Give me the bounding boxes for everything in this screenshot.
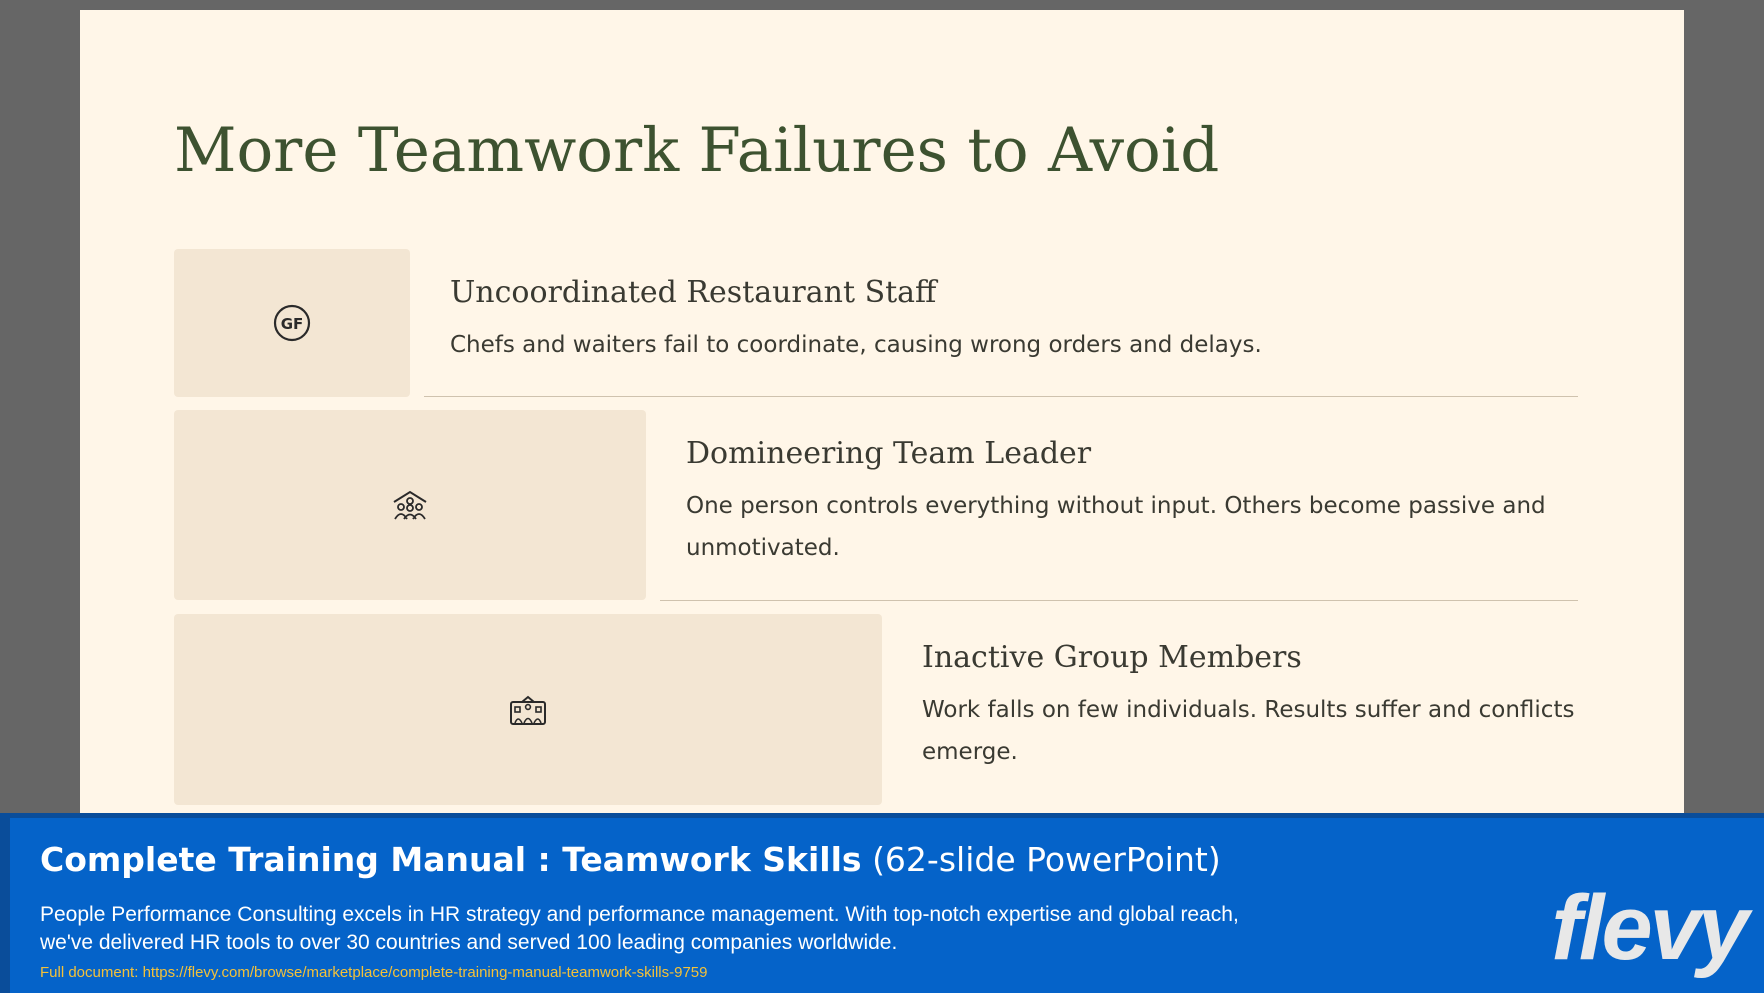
item-image-box bbox=[174, 614, 882, 805]
item-heading: Domineering Team Leader bbox=[686, 436, 1092, 471]
item-description: Chefs and waiters fail to coordinate, ca… bbox=[450, 332, 1262, 358]
gf-badge-icon: GF bbox=[273, 304, 311, 342]
team-group-icon bbox=[393, 490, 427, 520]
banner-title-main: Complete Training Manual : Teamwork Skil… bbox=[40, 840, 862, 879]
failure-item-restaurant-staff: GF Uncoordinated Restaurant Staff Chefs … bbox=[174, 249, 1578, 397]
item-text: Inactive Group Members Work falls on few… bbox=[896, 614, 1578, 773]
item-text: Uncoordinated Restaurant Staff Chefs and… bbox=[424, 249, 1578, 366]
item-divider bbox=[424, 396, 1578, 397]
item-text: Domineering Team Leader One person contr… bbox=[660, 410, 1578, 569]
banner-title: Complete Training Manual : Teamwork Skil… bbox=[40, 840, 1221, 879]
banner-title-sub: (62-slide PowerPoint) bbox=[872, 840, 1221, 879]
promo-banner: Complete Training Manual : Teamwork Skil… bbox=[0, 813, 1764, 993]
failure-item-inactive-members: Inactive Group Members Work falls on few… bbox=[174, 614, 1578, 805]
banner-link-label: Full document: bbox=[40, 964, 139, 981]
item-image-box bbox=[174, 410, 646, 600]
slide-title: More Teamwork Failures to Avoid bbox=[174, 115, 1220, 186]
flevy-logo[interactable]: flevy bbox=[1551, 882, 1749, 974]
item-description: One person controls everything without i… bbox=[686, 493, 1546, 561]
item-image-box: GF bbox=[174, 249, 410, 397]
failure-item-domineering-leader: Domineering Team Leader One person contr… bbox=[174, 410, 1578, 601]
item-heading: Inactive Group Members bbox=[922, 640, 1302, 675]
item-heading: Uncoordinated Restaurant Staff bbox=[450, 275, 937, 310]
office-building-icon bbox=[510, 695, 546, 725]
full-document-link[interactable]: https://flevy.com/browse/marketplace/com… bbox=[143, 964, 708, 981]
banner-description: People Performance Consulting excels in … bbox=[40, 903, 1239, 954]
banner-link-line: Full document: https://flevy.com/browse/… bbox=[40, 964, 708, 981]
svg-text:GF: GF bbox=[281, 315, 304, 333]
item-divider bbox=[660, 600, 1578, 601]
item-description: Work falls on few individuals. Results s… bbox=[922, 697, 1575, 765]
banner-accent-bar bbox=[0, 818, 10, 993]
slide: More Teamwork Failures to Avoid GF Uncoo… bbox=[80, 10, 1684, 820]
